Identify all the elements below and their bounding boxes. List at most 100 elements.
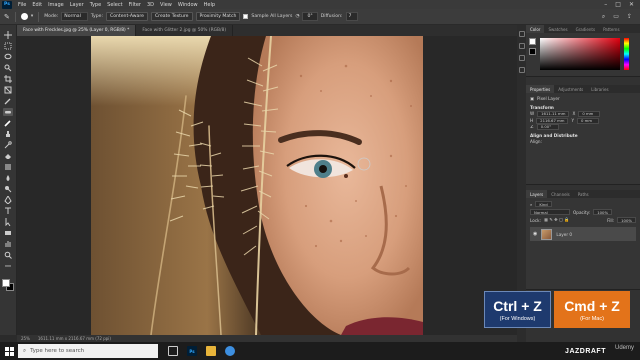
angle-icon[interactable]: ◔ [295,14,299,19]
fill-field[interactable]: 100% [617,217,636,223]
angle-input[interactable]: 0.00° [536,124,559,131]
background-swatch[interactable] [529,48,536,55]
layer-name[interactable]: Layer 0 [556,232,572,237]
windows-start-icon[interactable] [0,342,18,360]
menu-help[interactable]: Help [201,2,218,8]
menu-filter[interactable]: Filter [126,2,144,8]
paragraph-icon[interactable] [518,67,525,73]
proximity-match-button[interactable]: Proximity Match [195,12,241,21]
blend-mode-select[interactable]: Normal [530,209,570,215]
history-icon[interactable] [518,31,525,37]
menu-type[interactable]: Type [87,2,104,8]
rectangle-icon[interactable] [3,229,13,237]
menu-3d[interactable]: 3D [144,2,157,8]
menu-select[interactable]: Select [104,2,125,8]
taskbar-apps: Ps [168,346,235,356]
brush-size-preview[interactable] [20,13,28,20]
angle-field[interactable]: 0° [302,12,318,21]
brush-icon[interactable] [3,119,13,127]
search-icon[interactable]: ⌕ [602,13,605,21]
tab-face-with-glitter[interactable]: Face with Glitter 2.jpg @ 50% (RGB/8) [136,25,234,36]
brush-settings-panel-icon[interactable] [518,55,525,61]
y-field[interactable]: 0 mm [577,118,600,124]
info-icon[interactable] [518,43,525,49]
menu-image[interactable]: Image [45,2,67,8]
tab-properties[interactable]: Properties [526,85,555,93]
file-explorer-icon[interactable] [206,346,216,356]
canvas-area[interactable] [17,36,517,335]
width-field[interactable]: 1611.11 mm [537,111,570,118]
kind-filter[interactable]: Kind [535,201,552,207]
layers-body: ⌕ Kind Normal Opacity: 100% Lock: ▦ ✎ ✥ ▢ 🔒 F… [526,198,640,244]
foreground-color-swatch[interactable] [2,279,10,287]
minimize-icon[interactable]: – [604,1,607,8]
x-field[interactable]: 0 mm [578,111,601,118]
brush-settings-icon[interactable]: ▾ [31,14,33,19]
menu-layer[interactable]: Layer [67,2,87,8]
tab-layers[interactable]: Layers [526,190,548,198]
hand-icon[interactable] [3,240,13,248]
eraser-icon[interactable] [3,152,13,160]
lasso-icon[interactable] [3,53,13,61]
document-canvas[interactable] [91,36,423,335]
foreground-background-colors[interactable] [2,279,14,291]
content-aware-button[interactable]: Content-Aware [106,12,148,21]
mac-shortcut-keys: Cmd + Z [564,297,620,314]
frame-icon[interactable] [3,86,13,94]
tab-color[interactable]: Color [526,25,545,33]
spot-healing-icon[interactable] [3,108,13,116]
tab-paths[interactable]: Paths [574,190,593,198]
move-icon[interactable] [3,31,13,39]
tab-swatches[interactable]: Swatches [544,25,571,33]
crop-icon[interactable] [3,75,13,83]
menu-view[interactable]: View [157,2,175,8]
lock-icons[interactable]: ▦ ✎ ✥ ▢ 🔒 [544,217,569,223]
tool-preset-icon[interactable]: ✎ [4,13,10,21]
maximize-icon[interactable]: □ [615,1,621,8]
blur-icon[interactable] [3,174,13,182]
clone-stamp-icon[interactable] [3,130,13,138]
share-icon[interactable]: ⇪ [627,13,632,21]
saturation-value-field[interactable] [540,38,620,70]
create-texture-button[interactable]: Create Texture [150,12,193,21]
filter-search-icon: ⌕ [530,201,533,207]
layer-row[interactable]: ◉ Layer 0 [530,227,636,241]
menu-edit[interactable]: Edit [29,2,45,8]
workspace-icon[interactable]: ▭ [613,13,619,21]
menu-file[interactable]: File [15,2,29,8]
photoshop-taskbar-icon[interactable]: Ps [187,346,197,356]
tab-libraries[interactable]: Libraries [587,85,612,93]
menu-window[interactable]: Window [175,2,201,8]
tab-gradients[interactable]: Gradients [572,25,600,33]
foreground-swatch[interactable] [529,38,536,45]
marquee-icon[interactable] [3,42,13,50]
options-bar: ✎ ▾ Mode: Normal Type: Content-Aware Cre… [0,9,640,25]
tab-adjustments[interactable]: Adjustments [554,85,587,93]
visibility-eye-icon[interactable]: ◉ [533,231,537,237]
tab-channels[interactable]: Channels [547,190,574,198]
height-field[interactable]: 2116.67 mm [536,118,569,124]
tab-face-with-freckles[interactable]: Face with Freckles.jpg @ 25% (Layer 0, R… [17,25,137,36]
close-icon[interactable]: ✕ [629,1,634,8]
sample-all-layers-checkbox[interactable] [243,14,249,19]
diffusion-field[interactable]: 7 [345,12,359,21]
taskbar-search-input[interactable]: ⌕ Type here to search [18,344,158,358]
opacity-field[interactable]: 100% [593,209,613,215]
task-view-icon[interactable] [168,346,178,356]
type-icon[interactable] [3,207,13,215]
mode-select[interactable]: Normal [61,12,88,21]
more-icon[interactable] [3,262,13,270]
zoom-icon[interactable] [3,251,13,259]
dodge-icon[interactable] [3,185,13,193]
hue-slider[interactable] [624,38,629,70]
quick-select-icon[interactable] [3,64,13,72]
history-brush-icon[interactable] [3,141,13,149]
pen-icon[interactable] [3,196,13,204]
path-select-icon[interactable] [3,218,13,226]
tab-patterns[interactable]: Patterns [599,25,623,33]
eyedropper-icon[interactable] [3,97,13,105]
zoom-readout[interactable]: 25% [21,336,30,341]
opacity-label: Opacity: [573,209,591,215]
gradient-icon[interactable] [3,163,13,171]
browser-icon[interactable] [225,346,235,356]
